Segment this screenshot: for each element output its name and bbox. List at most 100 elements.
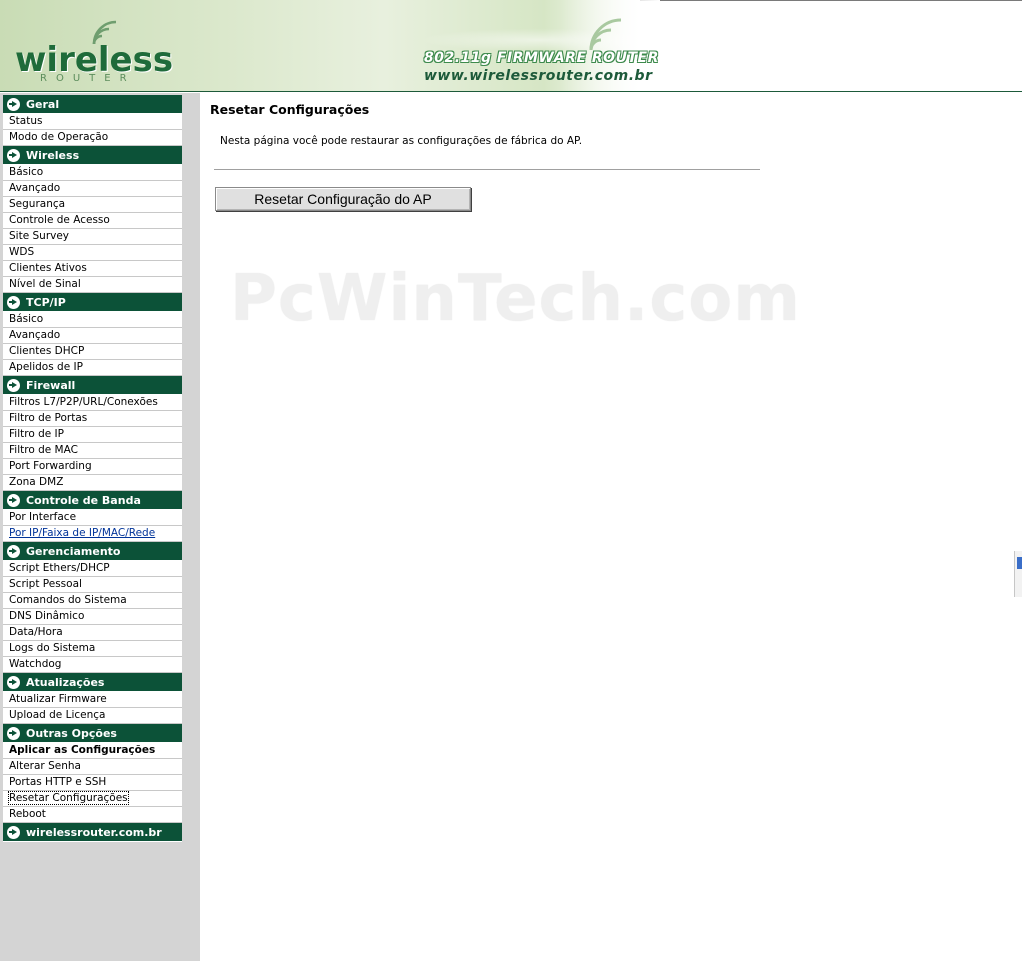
sidebar-item-script-pessoal[interactable]: Script Pessoal xyxy=(3,577,182,593)
section-header-atualizacoes[interactable]: Atualizações xyxy=(3,673,182,692)
sidebar-item-watchdog[interactable]: Watchdog xyxy=(3,657,182,673)
header-divider xyxy=(0,91,1022,92)
section-header-tcp-ip[interactable]: TCP/IP xyxy=(3,293,182,312)
sidebar-item-avancado[interactable]: Avançado xyxy=(3,328,182,344)
section-title: Outras Opções xyxy=(26,726,117,740)
sidebar-item-atualizar-firmware[interactable]: Atualizar Firmware xyxy=(3,692,182,708)
sidebar-item-dns-dinamico[interactable]: DNS Dinâmico xyxy=(3,609,182,625)
sidebar-item-filtro-de-ip[interactable]: Filtro de IP xyxy=(3,427,182,443)
sidebar-item-basico[interactable]: Básico xyxy=(3,312,182,328)
scrollbar-edge[interactable] xyxy=(1014,551,1022,597)
sidebar-item-label: Básico xyxy=(9,166,44,178)
sidebar-item-logs-do-sistema[interactable]: Logs do Sistema xyxy=(3,641,182,657)
arrow-circle-icon xyxy=(7,493,20,507)
section-title: wirelessrouter.com.br xyxy=(26,825,162,839)
section-header-gerenciamento[interactable]: Gerenciamento xyxy=(3,542,182,561)
sidebar-item-resetar-configuracoes[interactable]: Resetar Configurações xyxy=(3,791,182,807)
arrow-circle-icon xyxy=(7,148,20,162)
reset-ap-button[interactable]: Resetar Configuração do AP xyxy=(215,187,471,211)
sidebar-item-seguranca[interactable]: Segurança xyxy=(3,197,182,213)
sidebar-item-script-ethers-dhcp[interactable]: Script Ethers/DHCP xyxy=(3,561,182,577)
section-title: Gerenciamento xyxy=(26,544,121,558)
arrow-circle-icon xyxy=(7,378,20,392)
sidebar-item-label: Port Forwarding xyxy=(9,460,92,472)
sidebar-item-label: Script Ethers/DHCP xyxy=(9,562,110,574)
sidebar-item-label: Filtro de MAC xyxy=(9,444,78,456)
watermark: PcWinTech.com xyxy=(230,262,801,336)
arrow-circle-icon xyxy=(7,97,20,111)
sidebar-item-zona-dmz[interactable]: Zona DMZ xyxy=(3,475,182,491)
section-header-outras-opcoes[interactable]: Outras Opções xyxy=(3,724,182,743)
section-title: Firewall xyxy=(26,378,76,392)
arrow-circle-icon xyxy=(7,295,20,309)
sidebar-item-label: Resetar Configurações xyxy=(8,791,129,805)
section-header-firewall[interactable]: Firewall xyxy=(3,376,182,395)
section-header-geral[interactable]: Geral xyxy=(3,95,182,114)
sidebar-item-label: Portas HTTP e SSH xyxy=(9,776,107,788)
sidebar-item-apelidos-de-ip[interactable]: Apelidos de IP xyxy=(3,360,182,376)
page-title: Resetar Configurações xyxy=(210,102,370,117)
sidebar-item-label: Por IP/Faixa de IP/MAC/Rede xyxy=(9,527,156,539)
section-header-wireless[interactable]: Wireless xyxy=(3,146,182,165)
sidebar-item-filtro-de-mac[interactable]: Filtro de MAC xyxy=(3,443,182,459)
sidebar-item-label: Filtro de Portas xyxy=(9,412,88,424)
sidebar-item-label: Modo de Operação xyxy=(9,131,109,143)
sidebar-item-clientes-dhcp[interactable]: Clientes DHCP xyxy=(3,344,182,360)
arrow-circle-icon xyxy=(7,825,20,839)
sidebar-item-label: Logs do Sistema xyxy=(9,642,96,654)
sidebar-item-label: Segurança xyxy=(9,198,66,210)
sidebar-item-portas-http-e-ssh[interactable]: Portas HTTP e SSH xyxy=(3,775,182,791)
sidebar-item-basico[interactable]: Básico xyxy=(3,165,182,181)
sidebar-item-wds[interactable]: WDS xyxy=(3,245,182,261)
sidebar-item-status[interactable]: Status xyxy=(3,114,182,130)
sidebar-item-label: Reboot xyxy=(9,808,46,820)
sidebar-item-avancado[interactable]: Avançado xyxy=(3,181,182,197)
section-title: Wireless xyxy=(26,148,80,162)
sidebar-item-comandos-do-sistema[interactable]: Comandos do Sistema xyxy=(3,593,182,609)
page-description: Nesta página você pode restaurar as conf… xyxy=(220,135,583,147)
sidebar-item-label: Aplicar as Configurações xyxy=(9,744,156,756)
sidebar-item-port-forwarding[interactable]: Port Forwarding xyxy=(3,459,182,475)
sidebar-item-por-interface[interactable]: Por Interface xyxy=(3,510,182,526)
sidebar-item-alterar-senha[interactable]: Alterar Senha xyxy=(3,759,182,775)
content-divider xyxy=(214,169,760,171)
arrow-circle-icon xyxy=(7,675,20,689)
section-title: Atualizações xyxy=(26,675,105,689)
sidebar-item-data-hora[interactable]: Data/Hora xyxy=(3,625,182,641)
section-title: TCP/IP xyxy=(26,295,66,309)
sidebar-item-label: Atualizar Firmware xyxy=(9,693,107,705)
sidebar-item-nivel-de-sinal[interactable]: Nível de Sinal xyxy=(3,277,182,293)
sidebar-item-label: Clientes DHCP xyxy=(9,345,85,357)
sidebar-item-filtros-l7-p2p-url-conexoes[interactable]: Filtros L7/P2P/URL/Conexões xyxy=(3,395,182,411)
sidebar: Geral Status Modo de Operação Wireless Básic… xyxy=(0,93,200,961)
section-header-wirelessrouter-com-br[interactable]: wirelessrouter.com.br xyxy=(3,823,182,842)
sidebar-item-label: Filtro de IP xyxy=(9,428,64,440)
sidebar-item-label: Apelidos de IP xyxy=(9,361,83,373)
sidebar-item-label: Zona DMZ xyxy=(9,476,64,488)
sidebar-item-controle-de-acesso[interactable]: Controle de Acesso xyxy=(3,213,182,229)
sidebar-item-label: Script Pessoal xyxy=(9,578,82,590)
sidebar-item-aplicar-as-configuracoes[interactable]: Aplicar as Configurações xyxy=(3,743,182,759)
sidebar-item-label: Watchdog xyxy=(9,658,62,670)
sidebar-item-filtro-de-portas[interactable]: Filtro de Portas xyxy=(3,411,182,427)
sidebar-item-label: Upload de Licença xyxy=(9,709,106,721)
firmware-tagline: 802.11g FIRMWARE ROUTER xyxy=(424,50,659,66)
header-banner: wireless ROUTER 802.11g FIRMWARE ROUTER … xyxy=(0,0,1022,92)
sidebar-item-label: Status xyxy=(9,115,43,127)
sidebar-item-label: Site Survey xyxy=(9,230,70,242)
sidebar-item-label: Controle de Acesso xyxy=(9,214,110,226)
sidebar-item-modo-de-operacao[interactable]: Modo de Operação xyxy=(3,130,182,146)
section-header-controle-de-banda[interactable]: Controle de Banda xyxy=(3,491,182,510)
sidebar-item-reboot[interactable]: Reboot xyxy=(3,807,182,823)
sidebar-item-label: Nível de Sinal xyxy=(9,278,81,290)
section-title: Geral xyxy=(26,97,60,111)
sidebar-item-label: Clientes Ativos xyxy=(9,262,87,274)
sidebar-item-label: WDS xyxy=(9,246,35,258)
sidebar-item-label: Por Interface xyxy=(9,511,77,523)
arrow-circle-icon xyxy=(7,544,20,558)
sidebar-item-clientes-ativos[interactable]: Clientes Ativos xyxy=(3,261,182,277)
logo-subtitle: ROUTER xyxy=(40,73,136,84)
sidebar-item-upload-de-licenca[interactable]: Upload de Licença xyxy=(3,708,182,724)
sidebar-item-site-survey[interactable]: Site Survey xyxy=(3,229,182,245)
sidebar-item-por-ip-faixa-de-ip-mac-rede[interactable]: Por IP/Faixa de IP/MAC/Rede xyxy=(3,526,182,542)
